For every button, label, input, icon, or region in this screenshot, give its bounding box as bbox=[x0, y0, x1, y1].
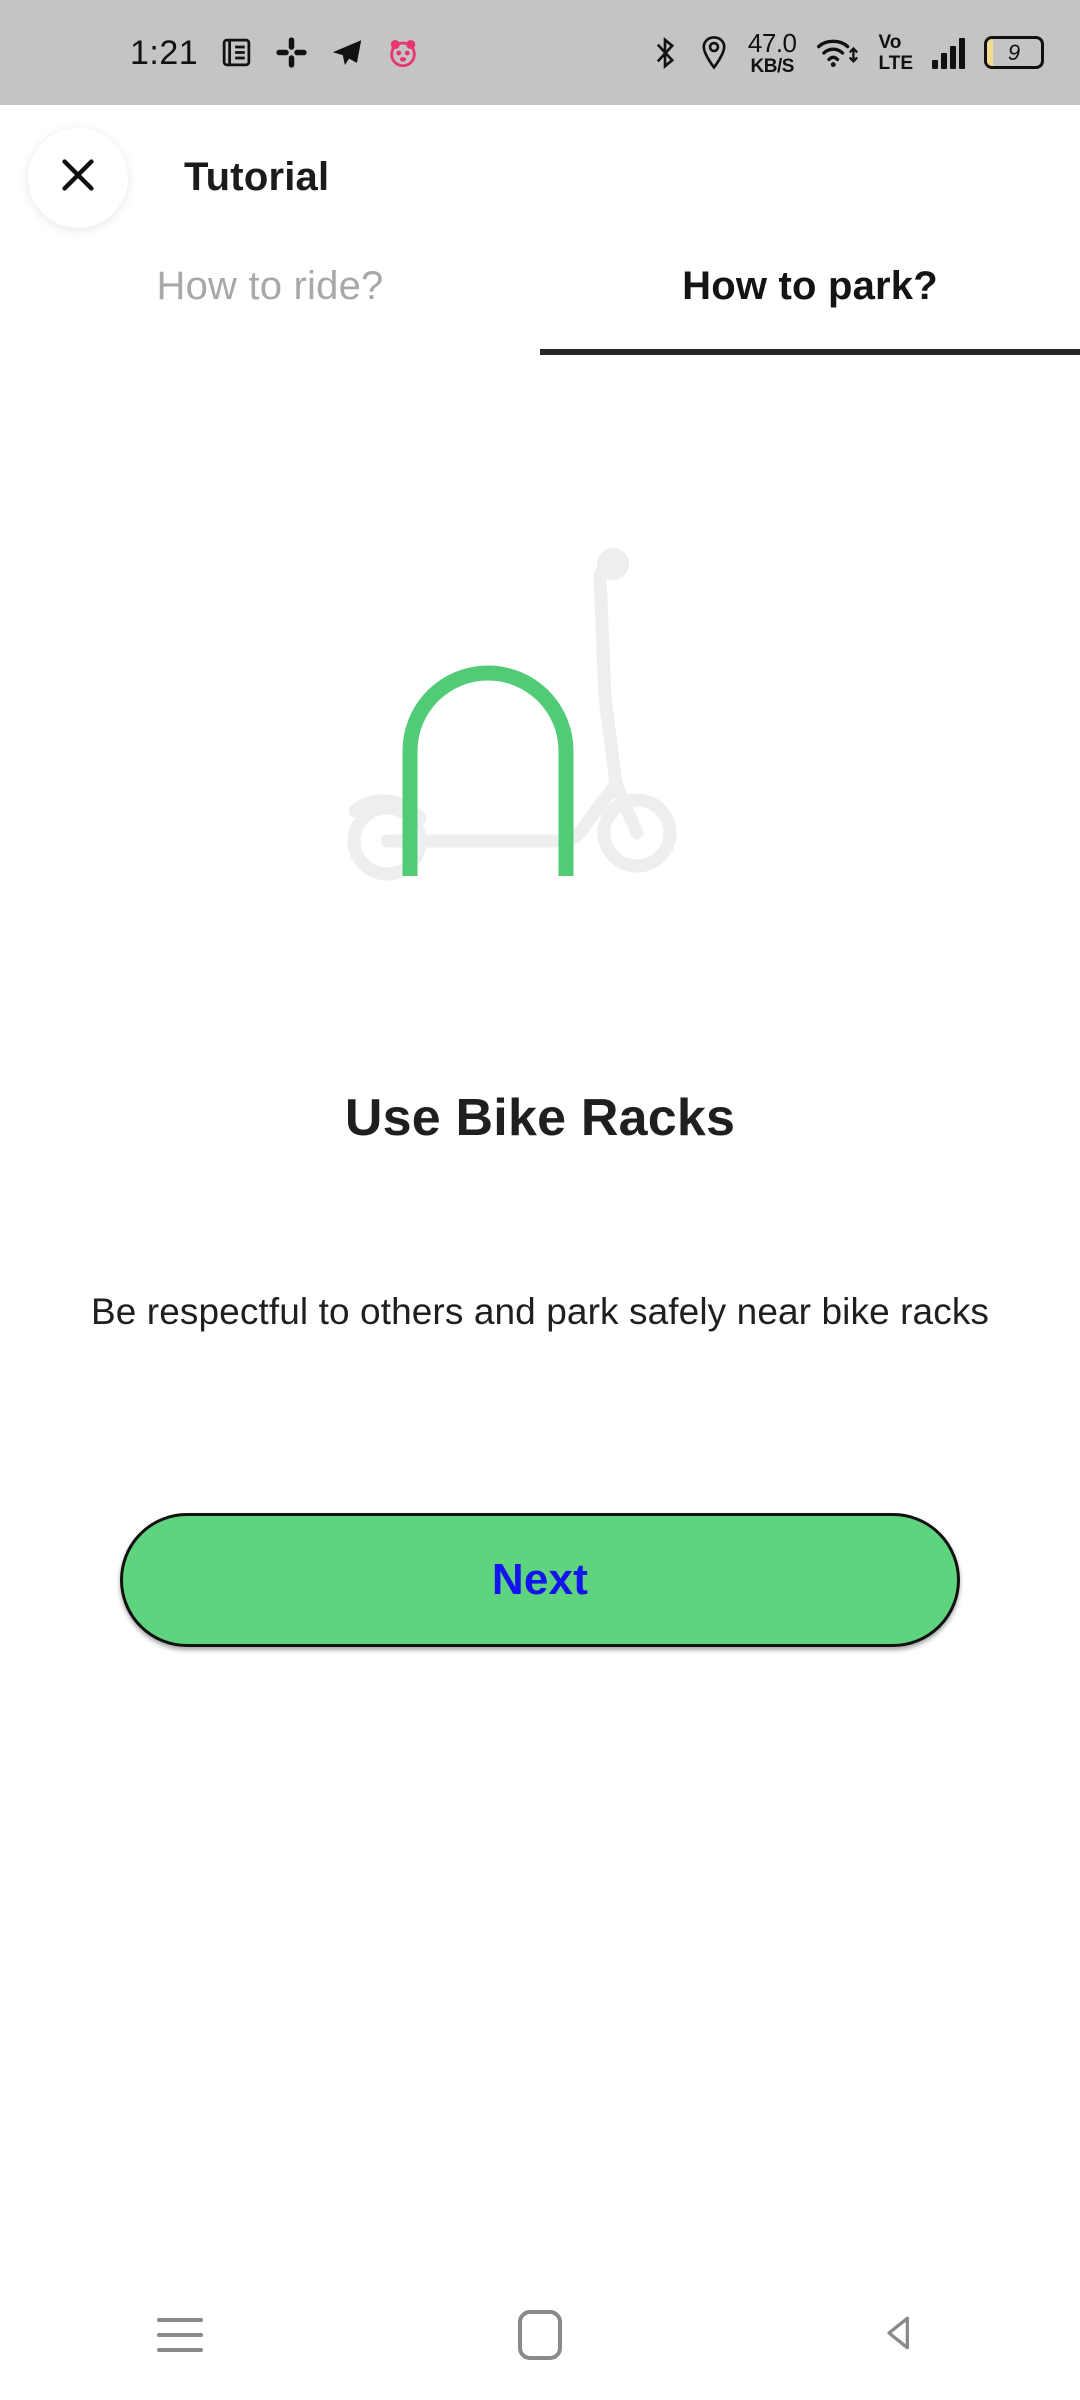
network-speed-unit: KB/S bbox=[750, 55, 795, 77]
next-button-container: Next bbox=[0, 1513, 1080, 1648]
next-button[interactable]: Next bbox=[120, 1513, 960, 1648]
back-icon bbox=[878, 2311, 922, 2360]
status-bar-left: 1:21 bbox=[130, 36, 420, 70]
signal-icon bbox=[932, 37, 965, 69]
tab-how-to-ride[interactable]: How to ride? bbox=[0, 250, 540, 365]
illustration-area bbox=[0, 365, 1080, 1070]
notes-icon bbox=[220, 36, 253, 69]
slack-icon bbox=[275, 36, 308, 69]
home-icon bbox=[518, 2310, 562, 2360]
scooter-at-bike-rack-illustration bbox=[347, 547, 677, 880]
status-bar-right: 47.0 KB/S Vo LTE 9 bbox=[650, 30, 1044, 76]
scooter-graphic bbox=[347, 547, 677, 880]
recents-icon bbox=[157, 2318, 203, 2352]
wifi-icon bbox=[816, 35, 860, 71]
nav-home-button[interactable] bbox=[360, 2310, 720, 2360]
volte-line-1: Vo bbox=[878, 31, 902, 53]
network-speed-indicator: 47.0 KB/S bbox=[748, 30, 797, 76]
status-bar: 1:21 47.0 KB/S Vo LTE 9 bbox=[0, 0, 1080, 105]
tab-how-to-park[interactable]: How to park? bbox=[540, 250, 1080, 365]
page-title: Tutorial bbox=[184, 155, 330, 199]
tab-label: How to ride? bbox=[156, 264, 384, 308]
volte-icon: Vo LTE bbox=[879, 33, 913, 73]
network-speed-value: 47.0 bbox=[747, 27, 797, 58]
location-icon bbox=[699, 35, 729, 71]
nav-back-button[interactable] bbox=[720, 2311, 1080, 2360]
android-nav-bar bbox=[0, 2270, 1080, 2400]
content-heading: Use Bike Racks bbox=[344, 1089, 736, 1147]
close-button[interactable] bbox=[28, 127, 128, 228]
volte-line-2: LTE bbox=[878, 52, 913, 74]
foodpanda-icon bbox=[386, 36, 420, 70]
tab-label: How to park? bbox=[682, 264, 938, 308]
app-header: Tutorial bbox=[0, 105, 1080, 250]
bluetooth-icon bbox=[650, 35, 680, 71]
close-icon bbox=[55, 152, 101, 203]
status-clock: 1:21 bbox=[130, 33, 199, 72]
next-button-label: Next bbox=[491, 1555, 589, 1605]
battery-level: 9 bbox=[1007, 40, 1021, 65]
tab-bar: How to ride? How to park? bbox=[0, 250, 1080, 365]
telegram-icon bbox=[330, 36, 364, 70]
content-description: Be respectful to others and park safely … bbox=[90, 1291, 990, 1332]
nav-recents-button[interactable] bbox=[0, 2318, 360, 2352]
battery-icon: 9 bbox=[984, 36, 1044, 69]
